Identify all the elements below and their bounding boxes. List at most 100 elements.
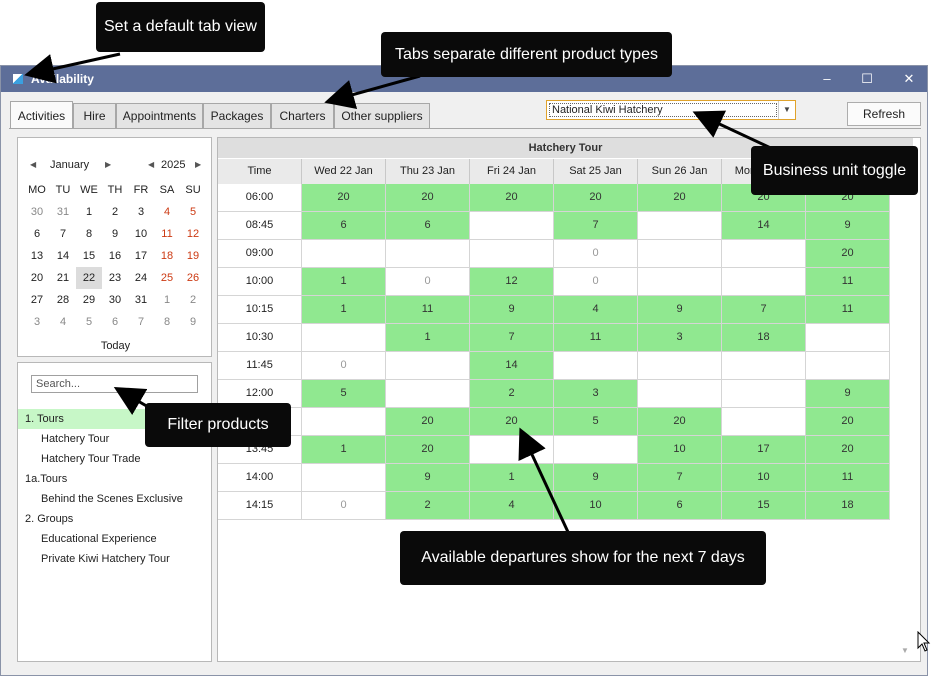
calendar-day[interactable]: 11 xyxy=(154,223,180,245)
calendar-day[interactable]: 1 xyxy=(154,289,180,311)
product-group[interactable]: 1a.Tours xyxy=(18,469,211,489)
maximize-button[interactable]: ☐ xyxy=(847,66,887,92)
availability-cell[interactable]: 9 xyxy=(806,212,890,240)
today-button[interactable]: Today xyxy=(18,340,213,352)
calendar-day[interactable]: 2 xyxy=(180,289,206,311)
calendar-day[interactable]: 21 xyxy=(50,267,76,289)
availability-cell[interactable]: 20 xyxy=(386,408,470,436)
availability-cell[interactable]: 6 xyxy=(302,212,386,240)
availability-cell[interactable]: 9 xyxy=(470,296,554,324)
calendar-day[interactable]: 4 xyxy=(154,201,180,223)
calendar-year[interactable]: 2025 xyxy=(161,159,185,171)
calendar-day[interactable]: 17 xyxy=(128,245,154,267)
availability-cell[interactable]: 7 xyxy=(554,212,638,240)
availability-cell[interactable]: 2 xyxy=(386,492,470,520)
availability-cell[interactable]: 9 xyxy=(386,464,470,492)
prev-month-icon[interactable]: ◀ xyxy=(30,160,36,169)
calendar-day[interactable]: 9 xyxy=(180,311,206,333)
availability-cell[interactable]: 1 xyxy=(302,296,386,324)
product-item[interactable]: Behind the Scenes Exclusive xyxy=(18,489,211,509)
availability-cell[interactable]: 0 xyxy=(554,240,638,268)
refresh-button[interactable]: Refresh xyxy=(847,102,921,126)
availability-cell[interactable]: 18 xyxy=(806,492,890,520)
tab-activities[interactable]: Activities xyxy=(10,101,73,129)
calendar-day[interactable]: 25 xyxy=(154,267,180,289)
availability-cell[interactable]: 11 xyxy=(806,296,890,324)
tab-other-suppliers[interactable]: Other suppliers xyxy=(334,103,430,128)
availability-cell[interactable]: 4 xyxy=(470,492,554,520)
next-year-icon[interactable]: ▶ xyxy=(195,160,201,169)
availability-cell[interactable]: 11 xyxy=(806,268,890,296)
calendar-day[interactable]: 14 xyxy=(50,245,76,267)
calendar-day[interactable]: 3 xyxy=(128,201,154,223)
availability-cell[interactable]: 0 xyxy=(386,268,470,296)
availability-cell[interactable]: 20 xyxy=(470,408,554,436)
calendar-day[interactable]: 9 xyxy=(102,223,128,245)
availability-cell[interactable]: 1 xyxy=(302,268,386,296)
availability-cell[interactable]: 20 xyxy=(638,184,722,212)
calendar-day[interactable]: 1 xyxy=(76,201,102,223)
availability-cell[interactable]: 3 xyxy=(638,324,722,352)
calendar-day[interactable]: 7 xyxy=(50,223,76,245)
product-item[interactable]: Hatchery Tour Trade xyxy=(18,449,211,469)
availability-cell[interactable]: 11 xyxy=(554,324,638,352)
calendar-day[interactable]: 16 xyxy=(102,245,128,267)
prev-year-icon[interactable]: ◀ xyxy=(148,160,154,169)
availability-cell[interactable]: 18 xyxy=(722,324,806,352)
calendar-day[interactable]: 7 xyxy=(128,311,154,333)
calendar-day[interactable]: 30 xyxy=(24,201,50,223)
availability-cell[interactable]: 0 xyxy=(302,492,386,520)
close-button[interactable]: ✕ xyxy=(889,66,929,92)
availability-cell[interactable]: 1 xyxy=(470,464,554,492)
calendar-day[interactable]: 8 xyxy=(76,223,102,245)
calendar-day[interactable]: 18 xyxy=(154,245,180,267)
availability-cell[interactable]: 14 xyxy=(722,212,806,240)
availability-cell[interactable]: 10 xyxy=(638,436,722,464)
availability-cell[interactable]: 17 xyxy=(722,436,806,464)
product-item[interactable]: Private Kiwi Hatchery Tour xyxy=(18,549,211,569)
availability-cell[interactable]: 10 xyxy=(554,492,638,520)
availability-cell[interactable]: 20 xyxy=(302,184,386,212)
availability-cell[interactable]: 20 xyxy=(806,408,890,436)
search-input[interactable] xyxy=(31,375,198,393)
calendar-day[interactable]: 2 xyxy=(102,201,128,223)
tab-packages[interactable]: Packages xyxy=(203,103,271,128)
tab-charters[interactable]: Charters xyxy=(271,103,334,128)
availability-cell[interactable]: 20 xyxy=(386,184,470,212)
availability-cell[interactable]: 7 xyxy=(638,464,722,492)
availability-cell[interactable]: 6 xyxy=(386,212,470,240)
availability-cell[interactable]: 0 xyxy=(302,352,386,380)
calendar-day[interactable]: 27 xyxy=(24,289,50,311)
calendar-day[interactable]: 5 xyxy=(180,201,206,223)
calendar-day[interactable]: 5 xyxy=(76,311,102,333)
calendar-month[interactable]: January xyxy=(50,159,89,171)
availability-cell[interactable]: 9 xyxy=(638,296,722,324)
calendar-day[interactable]: 31 xyxy=(50,201,76,223)
availability-cell[interactable]: 12 xyxy=(470,268,554,296)
availability-cell[interactable]: 10 xyxy=(722,464,806,492)
availability-cell[interactable]: 5 xyxy=(554,408,638,436)
availability-cell[interactable]: 20 xyxy=(806,240,890,268)
availability-cell[interactable]: 1 xyxy=(302,436,386,464)
product-group[interactable]: 2. Groups xyxy=(18,509,211,529)
calendar-day[interactable]: 6 xyxy=(24,223,50,245)
calendar-day[interactable]: 15 xyxy=(76,245,102,267)
calendar-day[interactable]: 29 xyxy=(76,289,102,311)
availability-cell[interactable]: 20 xyxy=(470,184,554,212)
availability-cell[interactable]: 4 xyxy=(554,296,638,324)
calendar-day[interactable]: 12 xyxy=(180,223,206,245)
next-month-icon[interactable]: ▶ xyxy=(105,160,111,169)
calendar-day[interactable]: 24 xyxy=(128,267,154,289)
scroll-down-icon[interactable]: ▼ xyxy=(901,646,909,655)
tab-hire[interactable]: Hire xyxy=(73,103,116,128)
availability-cell[interactable]: 2 xyxy=(470,380,554,408)
calendar-day[interactable]: 10 xyxy=(128,223,154,245)
business-unit-select[interactable]: National Kiwi Hatchery ▼ xyxy=(546,100,796,120)
availability-cell[interactable]: 20 xyxy=(386,436,470,464)
availability-cell[interactable]: 11 xyxy=(386,296,470,324)
availability-cell[interactable]: 3 xyxy=(554,380,638,408)
minimize-button[interactable]: – xyxy=(807,66,847,92)
product-item[interactable]: Educational Experience xyxy=(18,529,211,549)
availability-cell[interactable]: 20 xyxy=(806,436,890,464)
availability-cell[interactable]: 6 xyxy=(638,492,722,520)
